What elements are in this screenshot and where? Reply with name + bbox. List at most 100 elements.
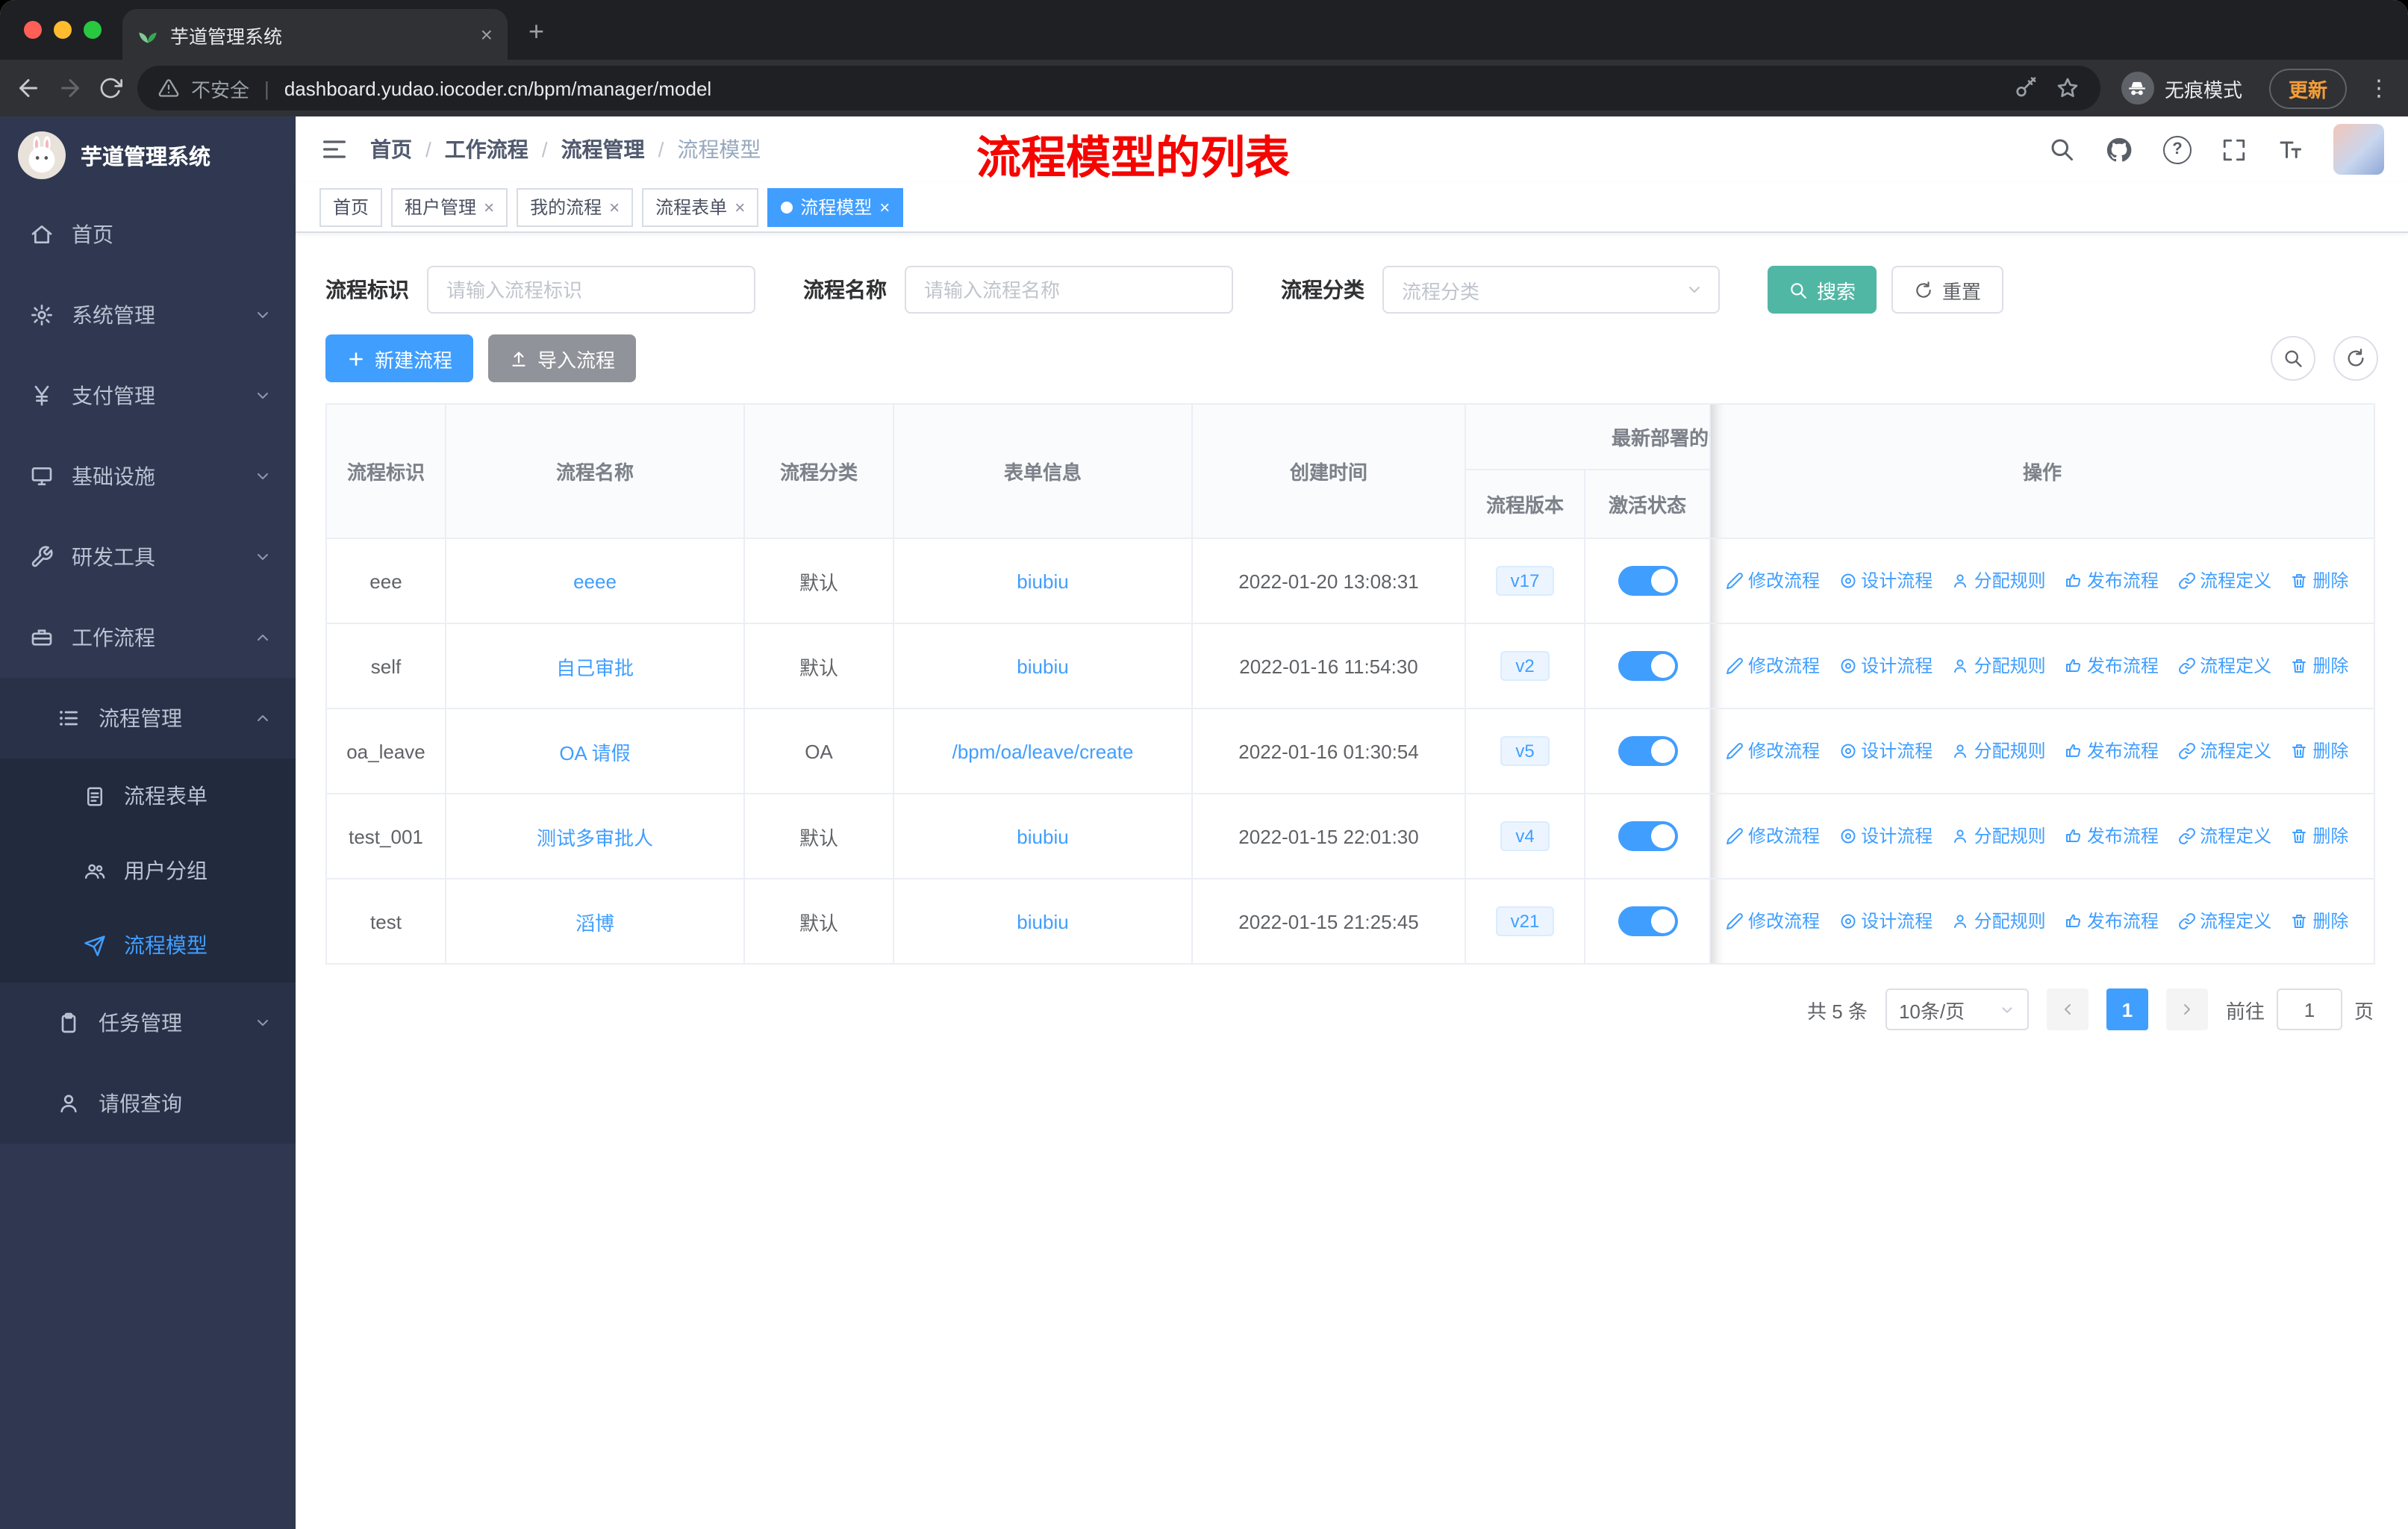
version-badge[interactable]: v2 (1500, 651, 1550, 681)
process-name-link[interactable]: OA 请假 (559, 741, 630, 764)
action-modify[interactable]: 修改流程 (1726, 653, 1820, 679)
version-badge[interactable]: v5 (1500, 736, 1550, 766)
tag-process-model[interactable]: 流程模型 × (767, 187, 904, 226)
action-modify[interactable]: 修改流程 (1726, 909, 1820, 934)
action-definition[interactable]: 流程定义 (2177, 568, 2271, 594)
chrome-update-button[interactable]: 更新 (2268, 68, 2347, 108)
user-avatar[interactable] (2333, 124, 2384, 175)
close-window-button[interactable] (24, 21, 42, 39)
action-definition[interactable]: 流程定义 (2177, 653, 2271, 679)
action-assign-rules[interactable]: 分配规则 (1952, 738, 2046, 764)
prev-page-button[interactable] (2046, 988, 2089, 1030)
breadcrumb-item[interactable]: 工作流程 (445, 134, 528, 164)
breadcrumb-item[interactable]: 流程管理 (561, 134, 645, 164)
sidebar-item-devtools[interactable]: 研发工具 (0, 517, 296, 597)
tag-tenant[interactable]: 租户管理 × (391, 187, 508, 226)
page-number-button[interactable]: 1 (2106, 988, 2148, 1030)
search-icon[interactable] (2048, 136, 2075, 163)
create-process-button[interactable]: 新建流程 (325, 334, 474, 382)
form-info-link[interactable]: biubiu (1017, 655, 1068, 677)
sidebar-item-system[interactable]: 系统管理 (0, 275, 296, 355)
import-process-button[interactable]: 导入流程 (488, 334, 637, 382)
action-modify[interactable]: 修改流程 (1726, 568, 1820, 594)
action-definition[interactable]: 流程定义 (2177, 823, 2271, 849)
next-page-button[interactable] (2165, 988, 2208, 1030)
minimize-window-button[interactable] (54, 21, 72, 39)
reload-icon[interactable] (99, 76, 122, 100)
collapse-sidebar-icon[interactable] (319, 134, 349, 164)
action-publish[interactable]: 发布流程 (2065, 568, 2159, 594)
action-assign-rules[interactable]: 分配规则 (1952, 568, 2046, 594)
process-name-link[interactable]: 测试多审批人 (537, 826, 653, 849)
address-bar[interactable]: 不安全 | dashboard.yudao.iocoder.cn/bpm/man… (137, 66, 2100, 110)
close-icon[interactable]: × (609, 196, 620, 217)
active-toggle[interactable] (1618, 906, 1677, 936)
action-assign-rules[interactable]: 分配规则 (1952, 909, 2046, 934)
action-definition[interactable]: 流程定义 (2177, 738, 2271, 764)
action-assign-rules[interactable]: 分配规则 (1952, 653, 2046, 679)
process-id-input[interactable] (427, 266, 755, 314)
bookmark-star-icon[interactable] (2056, 76, 2080, 100)
version-badge[interactable]: v4 (1500, 821, 1550, 851)
action-delete[interactable]: 删除 (2290, 823, 2348, 849)
action-design[interactable]: 设计流程 (1838, 568, 1933, 594)
close-icon[interactable]: × (734, 196, 745, 217)
browser-tab[interactable]: 芋道管理系统 × (122, 9, 508, 60)
sidebar-item-process-form[interactable]: 流程表单 (0, 759, 296, 833)
action-publish[interactable]: 发布流程 (2065, 738, 2159, 764)
toggle-search-button[interactable] (2271, 336, 2315, 381)
back-icon[interactable] (15, 75, 42, 102)
action-definition[interactable]: 流程定义 (2177, 909, 2271, 934)
reset-button[interactable]: 重置 (1891, 266, 2004, 314)
search-button[interactable]: 搜索 (1768, 266, 1877, 314)
sidebar-item-payment[interactable]: 支付管理 (0, 355, 296, 436)
form-info-link[interactable]: biubiu (1017, 910, 1068, 932)
action-design[interactable]: 设计流程 (1838, 738, 1933, 764)
tag-process-form[interactable]: 流程表单 × (642, 187, 759, 226)
action-modify[interactable]: 修改流程 (1726, 823, 1820, 849)
version-badge[interactable]: v21 (1495, 906, 1555, 936)
github-icon[interactable] (2105, 135, 2133, 164)
action-publish[interactable]: 发布流程 (2065, 823, 2159, 849)
action-publish[interactable]: 发布流程 (2065, 653, 2159, 679)
close-icon[interactable]: × (879, 196, 890, 217)
form-info-link[interactable]: /bpm/oa/leave/create (952, 740, 1134, 762)
fullscreen-icon[interactable] (2221, 137, 2247, 162)
active-toggle[interactable] (1618, 821, 1677, 851)
sidebar-item-infrastructure[interactable]: 基础设施 (0, 436, 296, 517)
help-icon[interactable]: ? (2163, 135, 2192, 164)
sidebar-item-task-management[interactable]: 任务管理 (0, 983, 296, 1063)
action-modify[interactable]: 修改流程 (1726, 738, 1820, 764)
browser-menu-icon[interactable]: ⋮ (2368, 75, 2390, 102)
process-name-link[interactable]: 自己审批 (556, 656, 634, 679)
active-toggle[interactable] (1618, 651, 1677, 681)
font-size-icon[interactable] (2277, 136, 2303, 163)
action-assign-rules[interactable]: 分配规则 (1952, 823, 2046, 849)
sidebar-item-home[interactable]: 首页 (0, 194, 296, 275)
action-delete[interactable]: 删除 (2290, 653, 2348, 679)
action-delete[interactable]: 删除 (2290, 568, 2348, 594)
form-info-link[interactable]: biubiu (1017, 825, 1068, 847)
close-icon[interactable]: × (484, 196, 494, 217)
form-info-link[interactable]: biubiu (1017, 570, 1068, 592)
new-tab-button[interactable]: + (528, 16, 544, 48)
action-delete[interactable]: 删除 (2290, 909, 2348, 934)
tag-home[interactable]: 首页 (319, 187, 383, 226)
sidebar-item-workflow[interactable]: 工作流程 (0, 597, 296, 678)
action-design[interactable]: 设计流程 (1838, 909, 1933, 934)
action-design[interactable]: 设计流程 (1838, 823, 1933, 849)
category-select[interactable]: 流程分类 (1382, 266, 1720, 314)
action-publish[interactable]: 发布流程 (2065, 909, 2159, 934)
refresh-table-button[interactable] (2333, 336, 2378, 381)
action-design[interactable]: 设计流程 (1838, 653, 1933, 679)
tab-close-icon[interactable]: × (481, 22, 493, 46)
page-size-select[interactable]: 10条/页 (1885, 988, 2029, 1030)
active-toggle[interactable] (1618, 566, 1677, 596)
active-toggle[interactable] (1618, 736, 1677, 766)
forward-icon[interactable] (57, 75, 84, 102)
sidebar-item-user-group[interactable]: 用户分组 (0, 833, 296, 908)
goto-page-input[interactable] (2276, 988, 2342, 1030)
breadcrumb-item[interactable]: 首页 (370, 134, 412, 164)
action-delete[interactable]: 删除 (2290, 738, 2348, 764)
sidebar-item-leave-query[interactable]: 请假查询 (0, 1063, 296, 1144)
